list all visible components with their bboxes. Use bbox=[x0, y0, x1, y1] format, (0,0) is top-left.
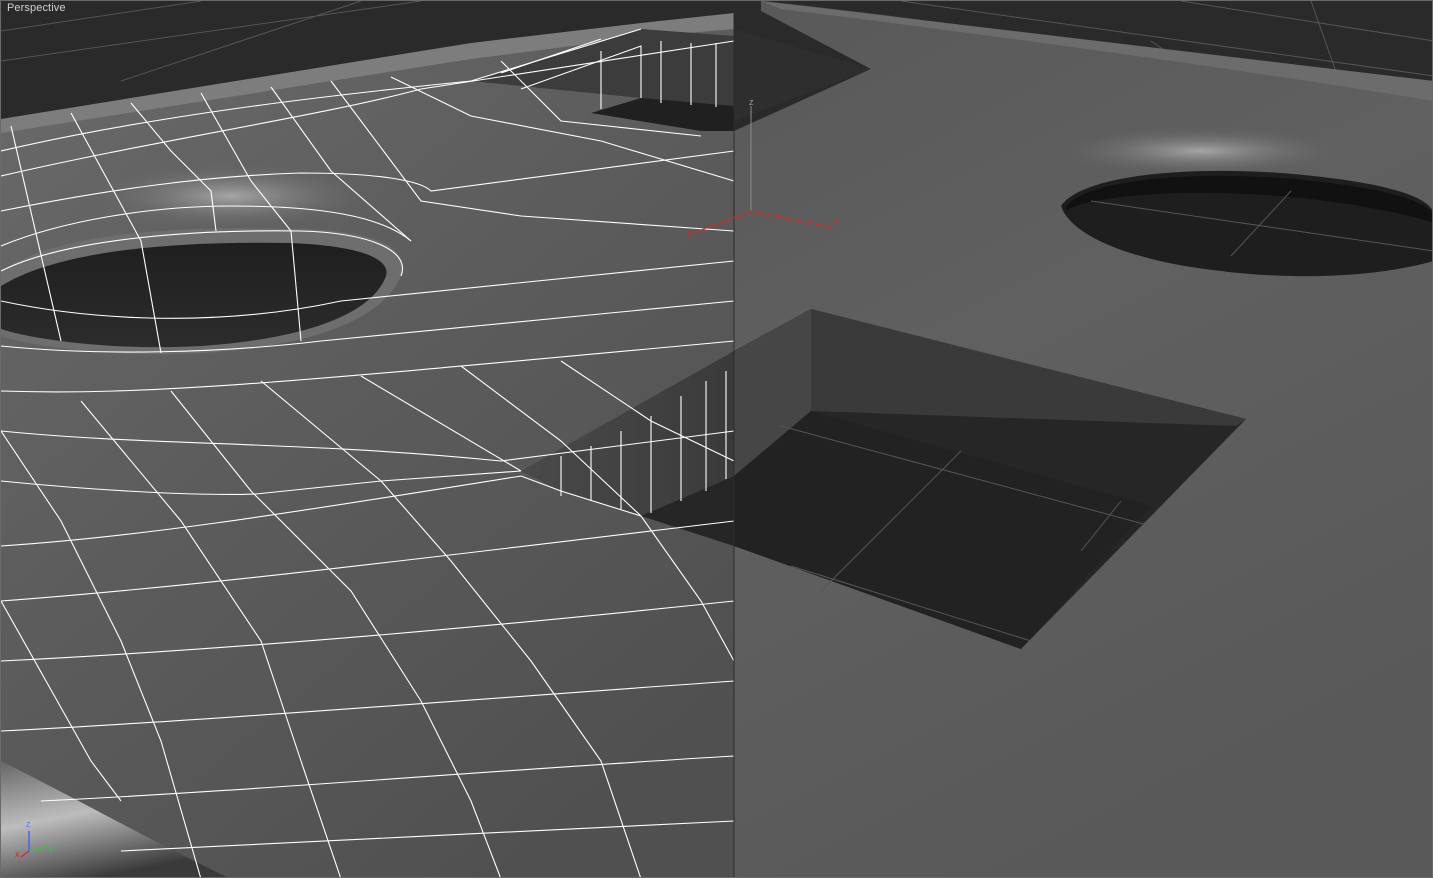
gizmo-x-label: x bbox=[834, 215, 839, 225]
viewport-label[interactable]: Perspective bbox=[7, 2, 66, 14]
gizmo-z-label: z bbox=[749, 97, 754, 107]
corner-x-label: x bbox=[15, 849, 20, 859]
gizmo-y-label: y bbox=[687, 227, 692, 237]
wireframe-half bbox=[1, 13, 735, 877]
scene-render[interactable]: z x y y z x bbox=[1, 1, 1433, 878]
corner-z-label: z bbox=[26, 819, 31, 829]
perspective-viewport[interactable]: z x y y z x Perspective bbox=[0, 0, 1433, 878]
corner-y-label: y bbox=[49, 843, 54, 853]
shaded-half bbox=[734, 1, 1432, 877]
